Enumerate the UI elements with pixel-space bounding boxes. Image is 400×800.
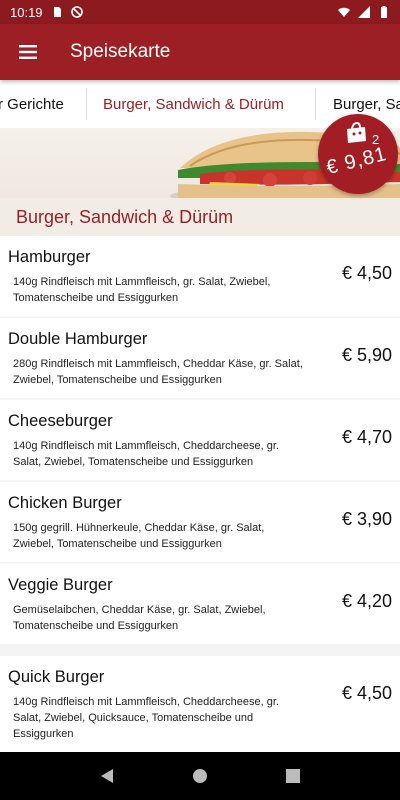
item-description: 140g Rindfleisch mit Lammfleisch, Chedda… [13, 696, 279, 740]
menu-item[interactable]: Double Hamburger 280g Rindfleisch mit La… [0, 318, 400, 398]
item-name: Chicken Burger [8, 494, 122, 512]
shopping-bag-icon [347, 122, 366, 143]
item-price: € 5,90 [341, 345, 392, 365]
back-button[interactable] [87, 756, 127, 796]
item-description: 140g Rindfleisch mit Lammfleisch, gr. Sa… [13, 276, 271, 304]
item-description: 280g Rindfleisch mit Lammfleisch, Chedda… [13, 358, 303, 386]
menu-item[interactable]: Veggie Burger Gemüselaibchen, Cheddar Kä… [0, 564, 400, 644]
item-name: Veggie Burger [8, 576, 113, 594]
hamburger-menu-icon [19, 45, 37, 59]
tab-divider [86, 88, 87, 120]
status-time: 10:19 [10, 4, 43, 20]
item-price: € 4,50 [341, 683, 392, 703]
item-name: Hamburger [8, 248, 91, 266]
battery-icon [381, 6, 387, 18]
back-icon [100, 769, 113, 783]
section-title: Burger, Sandwich & Dürüm [16, 206, 234, 227]
do-not-disturb-icon [70, 6, 83, 18]
section-header: Burger, Sandwich & Dürüm [0, 198, 400, 236]
item-name: Double Hamburger [8, 330, 148, 348]
status-bar: 10:19 [0, 0, 400, 24]
home-button[interactable] [180, 756, 220, 796]
home-icon [192, 769, 207, 783]
item-price: € 4,70 [341, 427, 392, 447]
item-price: € 4,20 [341, 591, 392, 611]
menu-item-list: Hamburger 140g Rindfleisch mit Lammfleis… [0, 236, 400, 752]
tab-previous-category[interactable]: r Gerichte [0, 80, 64, 128]
tab-divider [315, 88, 316, 120]
item-price: € 3,90 [341, 509, 392, 529]
navigation-bar [0, 752, 400, 800]
menu-item[interactable]: Cheeseburger 140g Rindfleisch mit Lammfl… [0, 400, 400, 480]
app-bar: Speisekarte [0, 24, 400, 80]
cart-total: € 9,81 [324, 142, 390, 180]
recents-icon [286, 769, 301, 783]
item-name: Cheeseburger [8, 412, 113, 430]
menu-item[interactable]: Hamburger 140g Rindfleisch mit Lammfleis… [0, 236, 400, 316]
item-description: Gemüselaibchen, Cheddar Käse, gr. Salat,… [13, 604, 266, 632]
signal-icon [358, 6, 370, 18]
menu-item[interactable]: Chicken Burger 150g gegrill. Hühnerkeule… [0, 482, 400, 562]
tab-burger-sandwich-duerum[interactable]: Burger, Sandwich & Dürüm [103, 80, 284, 128]
item-description: 140g Rindfleisch mit Lammfleisch, Chedda… [13, 440, 279, 468]
menu-item[interactable]: Quick Burger 140g Rindfleisch mit Lammfl… [0, 656, 400, 752]
item-price: € 4,50 [341, 263, 392, 283]
page-title: Speisekarte [70, 41, 171, 62]
sim-card-icon [53, 7, 61, 17]
cart-button[interactable]: 2 € 9,81 [318, 114, 398, 194]
recents-button[interactable] [273, 756, 313, 796]
item-name: Quick Burger [8, 668, 105, 686]
wifi-icon [338, 7, 350, 17]
item-description: 150g gegrill. Hühnerkeule, Cheddar Käse,… [13, 522, 265, 550]
menu-button[interactable] [0, 24, 56, 80]
